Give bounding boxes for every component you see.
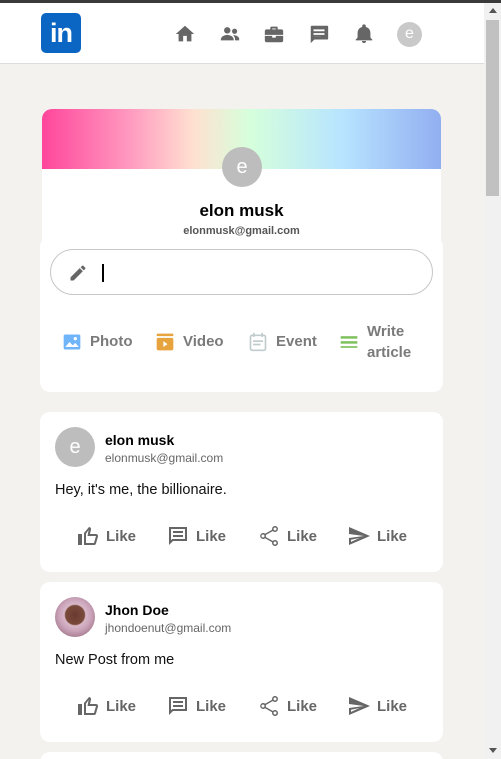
profile-name: elon musk (199, 201, 284, 220)
notifications-icon[interactable] (353, 23, 375, 45)
photo-icon (62, 332, 82, 352)
messaging-icon[interactable] (308, 23, 330, 45)
post-author-avatar[interactable]: e (55, 427, 95, 467)
next-post-card (40, 752, 443, 759)
share-box: Photo Video Event Write article (40, 237, 443, 392)
comment-icon (166, 524, 190, 548)
article-label-line2: article (367, 344, 412, 361)
share-button[interactable]: Like (257, 694, 317, 718)
share-article-button[interactable]: Write article (339, 321, 411, 363)
profile-avatar[interactable]: e (222, 147, 262, 187)
post-author-avatar[interactable] (55, 597, 95, 637)
send-button[interactable]: Like (347, 694, 407, 718)
send-icon (347, 694, 371, 718)
post-author-email: elonmusk@gmail.com (105, 451, 224, 465)
share-event-button[interactable]: Event (248, 331, 317, 352)
post-card: Jhon Doe jhondoenut@gmail.com New Post f… (40, 582, 443, 742)
text-caret (102, 264, 104, 282)
comment-button[interactable]: Like (166, 524, 226, 548)
post-author-email: jhondoenut@gmail.com (105, 621, 232, 635)
home-icon[interactable] (174, 23, 196, 45)
post-input-container[interactable] (50, 249, 433, 295)
event-icon (248, 332, 268, 352)
like-button[interactable]: Like (76, 694, 136, 718)
like-button[interactable]: Like (76, 524, 136, 548)
scroll-up-arrow[interactable] (489, 8, 497, 13)
scroll-thumb[interactable] (486, 20, 499, 196)
post-message: New Post from me (55, 652, 175, 668)
profile-card: e elon musk elonmusk@gmail.com (42, 109, 441, 249)
scroll-down-arrow[interactable] (489, 748, 497, 753)
jobs-icon[interactable] (263, 23, 285, 45)
comment-button[interactable]: Like (166, 694, 226, 718)
share-button[interactable]: Like (257, 524, 317, 548)
scrollbar[interactable] (484, 3, 501, 759)
post-author-name: Jhon Doe (105, 602, 169, 618)
share-photo-button[interactable]: Photo (62, 331, 133, 352)
profile-avatar-nav[interactable]: e (397, 22, 422, 47)
article-label-line1: Write (367, 323, 405, 340)
top-nav-bar: in e (0, 3, 484, 64)
thumbs-up-icon (76, 694, 100, 718)
video-icon (155, 332, 175, 352)
post-input[interactable] (101, 258, 421, 286)
share-icon (257, 524, 281, 548)
thumbs-up-icon (76, 524, 100, 548)
pencil-icon (68, 263, 88, 283)
share-icon (257, 694, 281, 718)
post-author-name: elon musk (105, 432, 175, 448)
network-icon[interactable] (219, 23, 241, 45)
send-button[interactable]: Like (347, 524, 407, 548)
send-icon (347, 524, 371, 548)
post-card: e elon musk elonmusk@gmail.com Hey, it's… (40, 412, 443, 572)
share-video-button[interactable]: Video (155, 331, 224, 352)
post-message: Hey, it's me, the billionaire. (55, 482, 227, 498)
comment-icon (166, 694, 190, 718)
profile-email: elonmusk@gmail.com (183, 225, 300, 237)
article-icon (339, 332, 359, 352)
linkedin-logo[interactable]: in (41, 13, 81, 53)
